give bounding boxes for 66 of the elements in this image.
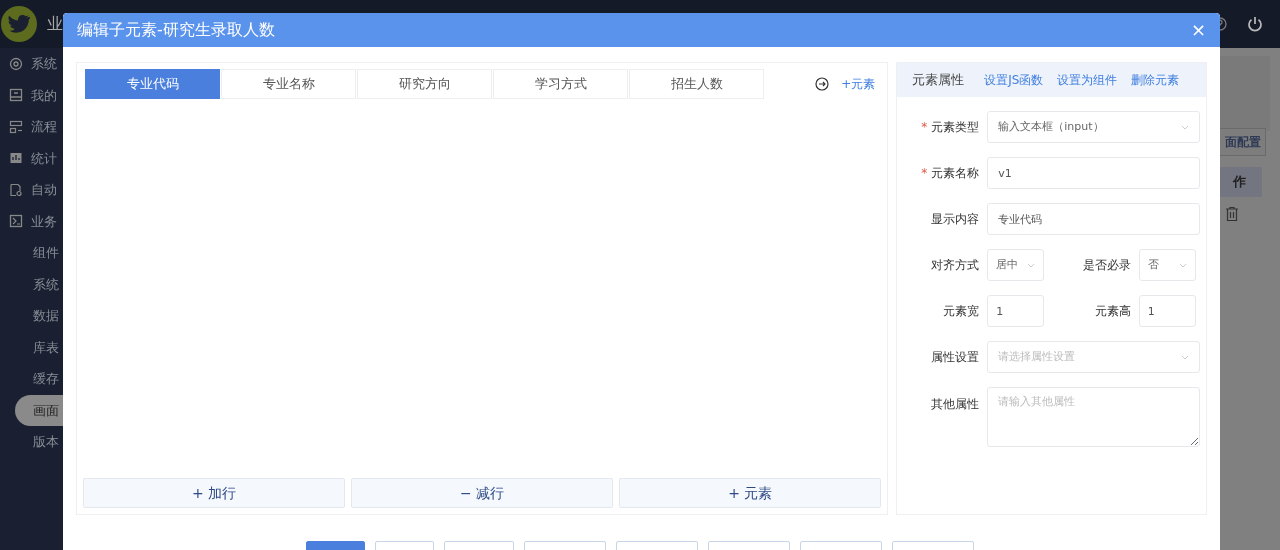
text-field[interactable]: 专业代码 (987, 203, 1200, 235)
app-title: 业 (47, 13, 63, 35)
arrow-circle-icon[interactable] (815, 77, 830, 91)
field-label: 元素高 (1094, 304, 1131, 318)
menu-label: 我的 (31, 86, 57, 105)
action-button[interactable]: + 加行 (83, 478, 346, 508)
gear-icon (9, 56, 23, 71)
flow-icon (9, 119, 23, 134)
field-label: 元素宽 (943, 304, 980, 318)
action-button[interactable]: + 元素 (619, 478, 882, 508)
action-button[interactable]: − 减行 (351, 478, 614, 508)
chevron-down-icon (1181, 354, 1189, 360)
dropdown[interactable]: 否 (1138, 249, 1196, 281)
chart-icon (9, 151, 23, 166)
column-tab[interactable]: 专业名称 (221, 69, 356, 99)
submenu-item[interactable]: 库表 (0, 331, 63, 363)
field-label: 其他属性 (931, 397, 980, 411)
sidebar-item[interactable]: 流程 (0, 111, 63, 143)
dropdown[interactable]: 居中 (987, 249, 1045, 281)
add-element-link[interactable]: +元素 (841, 75, 876, 93)
trash-icon[interactable] (1225, 206, 1239, 222)
panel-link[interactable]: 设置为组件 (1057, 71, 1118, 89)
field-label: 元素类型 (931, 120, 980, 134)
submenu-item[interactable]: 数据 (0, 300, 63, 332)
chevron-down-icon (1181, 124, 1189, 130)
field-label: 元素名称 (931, 166, 980, 180)
power-icon[interactable] (1247, 16, 1263, 32)
submenu-item[interactable]: 版本 (0, 426, 63, 458)
submenu-item[interactable]: 缓存 (0, 363, 63, 395)
sidebar-item[interactable]: 我的 (0, 79, 63, 111)
required-asterisk: * (921, 120, 928, 134)
dialog-title: 编辑子元素-研究生录取人数 (77, 19, 275, 41)
text-field[interactable]: 1 (987, 295, 1045, 327)
close-button[interactable]: × (1190, 21, 1206, 39)
field-label: 对齐方式 (931, 258, 980, 272)
chevron-down-icon (1027, 262, 1036, 268)
document-search-icon (9, 182, 23, 197)
text-field[interactable]: v1 (987, 157, 1200, 189)
menu-label: 流程 (31, 118, 57, 136)
sidebar-item[interactable]: 自动 (0, 174, 63, 206)
sidebar-item[interactable]: 业务 (0, 205, 63, 237)
terminal-icon (9, 214, 23, 229)
sidebar-item[interactable]: 系统 (0, 48, 63, 80)
panel-link[interactable]: 删除元素 (1131, 71, 1180, 89)
text-field[interactable]: 1 (1138, 295, 1196, 327)
submenu-item[interactable]: 画面 (15, 394, 63, 426)
inbox-icon (9, 88, 23, 103)
submenu-item[interactable]: 系统 (0, 268, 63, 300)
panel-title: 元素属性 (912, 71, 965, 90)
menu-label: 自动 (31, 181, 57, 199)
panel-link[interactable]: 设置JS函数 (984, 71, 1044, 89)
column-tab[interactable]: 研究方向 (357, 69, 492, 99)
column-tab[interactable]: 招生人数 (629, 69, 764, 99)
column-tab[interactable]: 学习方式 (493, 69, 628, 99)
submenu-item[interactable]: 组件 (0, 237, 63, 269)
chevron-down-icon (1178, 262, 1187, 268)
field-label: 是否必录 (1082, 258, 1131, 272)
column-tab[interactable]: 专业代码 (85, 69, 220, 99)
menu-label: 统计 (31, 149, 57, 168)
required-asterisk: * (921, 166, 928, 180)
field-label: 显示内容 (931, 212, 980, 226)
sidebar-item[interactable]: 统计 (0, 142, 63, 174)
menu-label: 业务 (31, 212, 57, 231)
field-label: 属性设置 (931, 350, 980, 364)
dropdown[interactable]: 输入文本框（input） (987, 111, 1200, 143)
menu-label: 系统 (31, 55, 57, 73)
